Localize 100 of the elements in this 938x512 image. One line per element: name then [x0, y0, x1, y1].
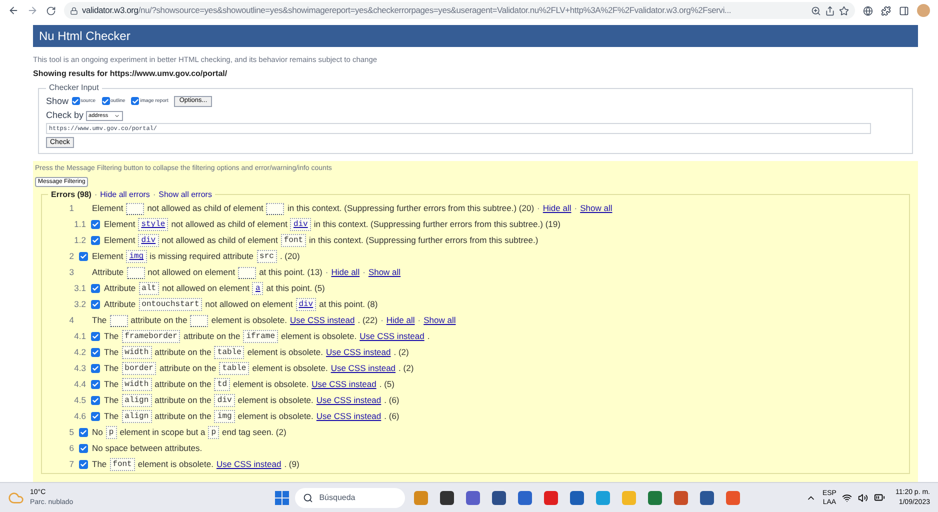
back-icon[interactable] — [8, 5, 19, 16]
link[interactable]: Hide all errors — [100, 188, 150, 201]
separator-dot: · — [574, 202, 578, 216]
checkbox[interactable] — [102, 97, 110, 106]
code-token: font — [280, 234, 306, 248]
code-token: src — [256, 250, 277, 264]
message-text: Attribute — [104, 298, 136, 312]
checkbox[interactable] — [79, 460, 88, 470]
taskbar-app-icon[interactable] — [518, 490, 532, 504]
share-icon[interactable] — [825, 6, 835, 16]
checkbox[interactable] — [91, 380, 100, 390]
wifi-icon[interactable] — [842, 492, 852, 502]
message-number: 3.2 — [73, 298, 86, 312]
taskbar-app-icon[interactable] — [648, 490, 662, 504]
code-token: frameborder — [122, 330, 180, 344]
link[interactable]: Show all — [580, 202, 612, 216]
message-text: . (20) — [280, 250, 300, 264]
code-token: alt — [138, 282, 160, 296]
link[interactable]: Hide all — [542, 202, 572, 216]
message-number: 1.1 — [73, 218, 86, 232]
checkbox[interactable] — [72, 97, 80, 106]
checkbox[interactable] — [91, 300, 100, 310]
taskbar-search[interactable]: Búsqueda — [295, 488, 406, 508]
message-number: 3 — [68, 266, 74, 280]
message-number: 3.1 — [73, 282, 86, 296]
message-number: 4.6 — [73, 410, 86, 424]
link[interactable]: Use CSS instead — [316, 410, 382, 424]
message-number: 2 — [68, 250, 74, 264]
link[interactable]: Show all — [368, 266, 401, 280]
side-panel-icon[interactable] — [899, 6, 909, 16]
taskbar-app-icon[interactable] — [570, 490, 584, 504]
message-text: . (9) — [284, 458, 300, 472]
code-link[interactable]: div — [290, 218, 311, 232]
message-text: is missing required attribute — [150, 250, 254, 264]
separator-dot: · — [537, 202, 540, 216]
message-text: element is obsolete. — [233, 378, 309, 392]
star-icon[interactable] — [839, 6, 849, 16]
link[interactable]: Show all — [424, 314, 456, 328]
message-text: The — [104, 410, 119, 424]
checkbox[interactable] — [79, 444, 88, 454]
taskbar-app-icon[interactable] — [440, 490, 454, 504]
link[interactable]: Use CSS instead — [360, 330, 424, 344]
message-text: at this point. (8) — [319, 298, 378, 312]
link[interactable]: Hide all — [331, 266, 360, 280]
link[interactable]: Use CSS instead — [326, 346, 391, 360]
checkbox[interactable] — [91, 364, 100, 374]
message-text: element is obsolete. — [211, 314, 287, 328]
checkbox[interactable] — [91, 236, 100, 246]
globe-icon[interactable] — [863, 6, 873, 16]
checkbox[interactable] — [79, 428, 88, 438]
reload-icon[interactable] — [46, 6, 56, 16]
checkbox[interactable] — [91, 396, 100, 406]
checkbox[interactable] — [91, 332, 100, 342]
checkbox[interactable] — [91, 284, 100, 294]
code-token: table — [219, 362, 250, 376]
link[interactable]: Use CSS instead — [312, 378, 376, 392]
message-number: 4.2 — [73, 346, 86, 360]
message-text: attribute on the — [154, 410, 212, 424]
link[interactable]: Use CSS instead — [216, 458, 282, 472]
forward-icon[interactable] — [27, 5, 38, 16]
link[interactable]: Show all errors — [158, 188, 212, 201]
page-title: Nu Html Checker — [39, 28, 130, 45]
checkbox[interactable] — [91, 348, 100, 358]
message-text: element in scope but a — [120, 426, 206, 440]
message-text: end tag seen. (2) — [222, 426, 286, 440]
message-text: at this point. (13) — [259, 266, 322, 280]
separator-dot: · — [380, 314, 384, 328]
checkbox[interactable] — [91, 220, 100, 230]
code-link[interactable]: img — [126, 250, 147, 264]
taskbar-app-icon[interactable] — [700, 490, 714, 504]
code-link[interactable]: a — [252, 282, 264, 296]
link[interactable]: Use CSS instead — [316, 394, 382, 408]
code-token: td — [214, 378, 230, 392]
message-text: . (22) — [358, 314, 378, 328]
code-link[interactable]: div — [138, 234, 159, 248]
checkbox[interactable] — [131, 97, 140, 106]
results-heading: Showing results for https://www.umv.gov.co/portal/ — [33, 68, 228, 80]
panel-legend: Checker Input — [46, 82, 102, 94]
windows-logo-icon[interactable] — [275, 490, 290, 504]
puzzle-icon[interactable] — [881, 6, 891, 16]
address-bar[interactable]: validator.w3.org/nu/?showsource=yes&showoutline=yes&showimagereport=yes&checkerrorpages=yes&useragent=Validator.nu%2FLV+http%3A%2F%2Fvalidator.w3.org%2Fservi... — [64, 2, 855, 19]
link[interactable]: Use CSS instead — [330, 362, 396, 376]
checkbox[interactable] — [91, 412, 100, 422]
message-text: The — [92, 314, 107, 328]
link[interactable]: Hide all — [386, 314, 415, 328]
message-number: 7 — [68, 458, 74, 472]
volume-icon[interactable] — [858, 492, 868, 502]
battery-icon[interactable] — [874, 492, 886, 503]
message-text: in this context. (Suppressing further errors from this subtree.) (19) — [314, 218, 560, 232]
message-number: 5 — [68, 426, 74, 440]
code-link[interactable]: style — [138, 218, 168, 232]
code-link[interactable]: div — [296, 298, 316, 312]
message-text: at this point. (5) — [266, 282, 325, 296]
taskbar-app-icon[interactable] — [466, 490, 480, 504]
lock-icon — [70, 6, 78, 14]
link[interactable]: Use CSS instead — [290, 314, 355, 328]
zoom-icon[interactable] — [811, 6, 821, 16]
separator-dot: · — [362, 266, 366, 280]
checkbox[interactable] — [79, 252, 88, 262]
taskbar-app-icon[interactable] — [492, 490, 506, 504]
